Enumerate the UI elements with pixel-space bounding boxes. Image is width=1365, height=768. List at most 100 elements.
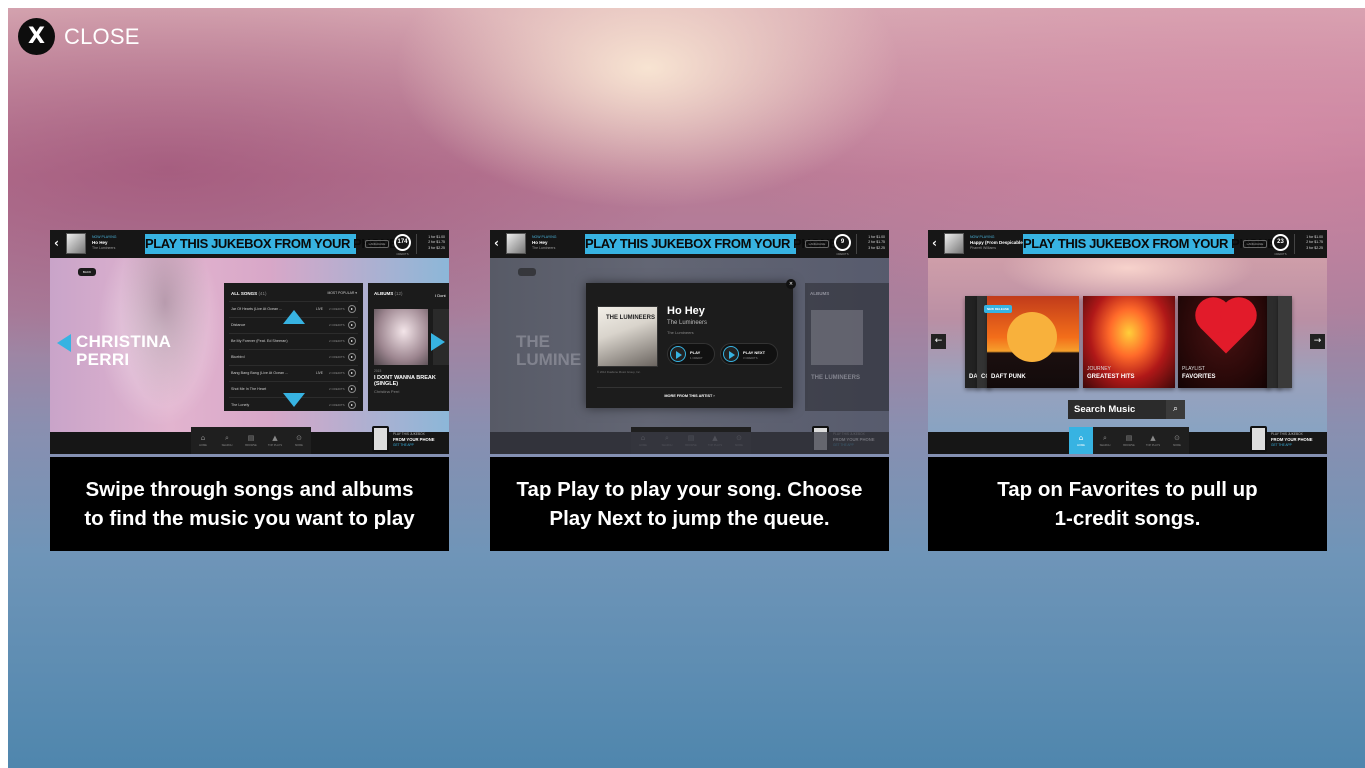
phone-app-promo: PLAY THIS JUKEBOX FROM YOUR PHONE GET TH…: [1250, 426, 1324, 452]
promo-banner: PLAY THIS JUKEBOX FROM YOUR PHONE: [585, 234, 838, 254]
price-list: 1 for $1.00 2 for $1.75 3 for $2.25: [868, 235, 885, 250]
now-playing-artist: Pharrell Williams: [970, 246, 997, 250]
new-release-badge: NEW RELEASE: [984, 305, 1012, 313]
close-button[interactable]: X CLOSE: [18, 18, 140, 55]
album-cover: [374, 309, 428, 365]
card-caption: Tap on Favorites to pull up 1-credit son…: [928, 457, 1327, 551]
screenshot-home: DA CC DAFT PUNK JOURNEY GREATEST HITS PL…: [928, 230, 1327, 454]
screenshot-song-modal: THE LUMINE ALBUMS THE LUMINEERS THE LUMIN…: [490, 230, 889, 454]
tutorial-card-swipe: BACK CHRISTINA PERRI ALL SONGS (41) MOST…: [50, 230, 449, 551]
dimmed-album-cover: [811, 310, 863, 365]
now-playing-artist: The Lumineers: [532, 246, 556, 250]
dimmed-album-title: THE LUMINEERS: [811, 375, 861, 381]
modal-close-icon: ×: [786, 279, 796, 289]
swipe-up-arrow-icon: [283, 310, 305, 324]
play-icon: ▸: [348, 385, 356, 393]
now-playing-label: NOW PLAYING: [92, 235, 117, 239]
more-icon: ⊙: [296, 434, 302, 442]
play-next-icon: [723, 346, 739, 362]
play-icon: ▸: [348, 353, 356, 361]
search-music-bar: Search Music ⌕: [1068, 400, 1185, 419]
song-title: Ho Hey: [667, 305, 705, 317]
chevron-left-icon: ‹: [54, 236, 59, 250]
album-artist: Christina Perri: [374, 389, 400, 394]
more-from-artist-link: MORE FROM THIS ARTIST ›: [664, 394, 715, 398]
phone-icon: [1250, 426, 1267, 452]
card-caption: Swipe through songs and albums to find t…: [50, 457, 449, 551]
now-playing-song: Ho Hey: [532, 240, 548, 245]
close-icon[interactable]: X: [18, 18, 55, 55]
play-icon: ▸: [348, 337, 356, 345]
play-next-button: PLAY NEXT 3 CREDITS: [720, 343, 778, 365]
now-playing-artist: The Lumineers: [92, 246, 116, 250]
now-playing-thumbnail: [506, 233, 526, 254]
nav-browse: ▤BROWSE: [245, 434, 257, 447]
arrow-right-icon: →: [1310, 334, 1325, 349]
phone-icon: [372, 426, 389, 452]
now-playing-song: Ho Hey: [92, 240, 108, 245]
nav-home: ⌂HOME: [199, 434, 207, 447]
credits-label: CREDITS: [1274, 252, 1287, 256]
artist-name: CHRISTINA PERRI: [76, 333, 171, 369]
play-icon: ▸: [348, 321, 356, 329]
caption-line: to find the music you want to play: [84, 507, 415, 530]
tutorial-card-play: THE LUMINE ALBUMS THE LUMINEERS THE LUMIN…: [490, 230, 889, 551]
chevron-left-icon: ‹: [932, 236, 937, 250]
language-button: LANGUAGE: [1243, 240, 1267, 248]
artist-name-line2: PERRI: [76, 350, 130, 369]
credits-label: CREDITS: [396, 252, 409, 256]
price-list: 1 for $1.00 2 for $1.75 3 for $2.25: [428, 235, 445, 250]
dimmed-albums-header: ALBUMS: [810, 291, 830, 296]
browse-icon: ▤: [247, 434, 255, 442]
browse-icon: ▤: [1125, 434, 1133, 442]
song-row: Bang Bang Bang (Live At Ocean ... LIVE 2 C…: [229, 365, 358, 381]
swipe-right-arrow-icon: [431, 333, 445, 351]
credits-counter: 23: [1272, 234, 1289, 251]
swipe-down-arrow-icon: [283, 393, 305, 407]
more-icon: ⊙: [1174, 434, 1180, 442]
next-album-label: I Dont: [435, 293, 446, 298]
arrow-left-icon: ←: [931, 334, 946, 349]
search-icon: ⌕: [1166, 400, 1185, 419]
now-playing-thumbnail: [66, 233, 86, 254]
sort-dropdown: MOST POPULAR ▾: [327, 291, 357, 295]
app-bottom-bar: ⌂HOME ⌕SEARCH ▤BROWSE ▲TOP PLAYS ⊙MORE P…: [928, 426, 1327, 454]
song-artist: The Lumineers: [667, 320, 708, 326]
nav-top-plays: ▲TOP PLAYS: [267, 434, 283, 447]
divider: [416, 234, 417, 254]
top-plays-icon: ▲: [272, 434, 278, 442]
promo-banner: PLAY THIS JUKEBOX FROM YOUR PHONE: [145, 234, 398, 254]
swipe-left-arrow-icon: [57, 334, 71, 352]
heart-icon: [1200, 302, 1252, 354]
now-playing-label: NOW PLAYING: [970, 235, 995, 239]
search-icon: ⌕: [225, 434, 229, 442]
bottom-dim-overlay: [490, 432, 889, 454]
back-button: [518, 268, 536, 276]
caption-line: Play Next to jump the queue.: [549, 507, 830, 530]
credits-label: CREDITS: [836, 252, 849, 256]
phone-app-promo: PLAY THIS JUKEBOX FROM YOUR PHONE GET TH…: [372, 426, 446, 452]
songs-header: ALL SONGS (41): [231, 291, 267, 296]
divider: [597, 387, 782, 388]
song-modal: THE LUMINEERS © 2012 Dualtone Music Grou…: [586, 283, 793, 408]
song-album: The Lumineers: [667, 330, 694, 335]
screenshot-artist-page: BACK CHRISTINA PERRI ALL SONGS (41) MOST…: [50, 230, 449, 454]
bottom-nav: ⌂HOME ⌕SEARCH ▤BROWSE ▲TOP PLAYS ⊙MORE: [1069, 427, 1189, 454]
divider: [1294, 234, 1295, 254]
play-icon: ▸: [348, 369, 356, 377]
song-row: Be My Forever (Feat. Ed Sheeran) 2 CREDIT…: [229, 333, 358, 349]
nav-more: ⊙MORE: [295, 434, 303, 447]
app-bottom-bar: ⌂HOME ⌕SEARCH ▤BROWSE ▲TOP PLAYS ⊙MORE P…: [50, 426, 449, 454]
artist-name-line1: CHRISTINA: [76, 332, 172, 351]
album-title: I DONT WANNA BREAK (SINGLE): [374, 375, 436, 388]
close-label[interactable]: CLOSE: [64, 24, 140, 50]
now-playing-label: NOW PLAYING: [532, 235, 557, 239]
all-songs-panel: ALL SONGS (41) MOST POPULAR ▾ Jar Of Hea…: [224, 283, 363, 411]
album-year: 2015: [374, 369, 382, 373]
nav-browse: ▤BROWSE: [1123, 434, 1135, 447]
home-icon: ⌂: [200, 434, 206, 442]
card-caption: Tap Play to play your song. Choose Play …: [490, 457, 889, 551]
search-icon: ⌕: [1103, 434, 1107, 442]
credits-counter: 174: [394, 234, 411, 251]
copyright-text: © 2012 Dualtone Music Group, Inc.: [597, 370, 641, 374]
